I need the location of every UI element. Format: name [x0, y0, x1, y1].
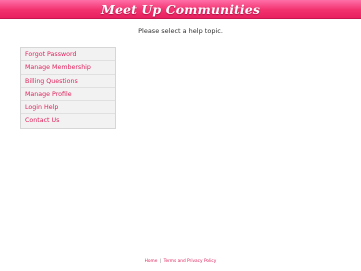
help-topic-forgot-password[interactable]: Forgot Password: [21, 48, 115, 62]
footer-home-link[interactable]: Home: [145, 259, 158, 264]
help-topic-billing-questions[interactable]: Billing Questions: [21, 75, 115, 88]
help-topic-menu: Forgot Password Manage Membership Billin…: [20, 47, 116, 129]
help-topic-manage-profile[interactable]: Manage Profile: [21, 88, 115, 102]
footer-terms-link[interactable]: Terms and Privacy Policy: [164, 259, 217, 264]
site-header: Meet Up Communities: [0, 0, 361, 19]
help-topic-contact-us[interactable]: Contact Us: [21, 114, 115, 127]
footer-separator: |: [159, 259, 162, 264]
help-prompt: Please select a help topic.: [138, 27, 223, 35]
site-logo[interactable]: Meet Up Communities: [0, 0, 361, 19]
help-topic-login-help[interactable]: Login Help: [21, 101, 115, 115]
help-topic-manage-membership[interactable]: Manage Membership: [21, 61, 115, 75]
site-footer: Home | Terms and Privacy Policy: [0, 259, 361, 264]
